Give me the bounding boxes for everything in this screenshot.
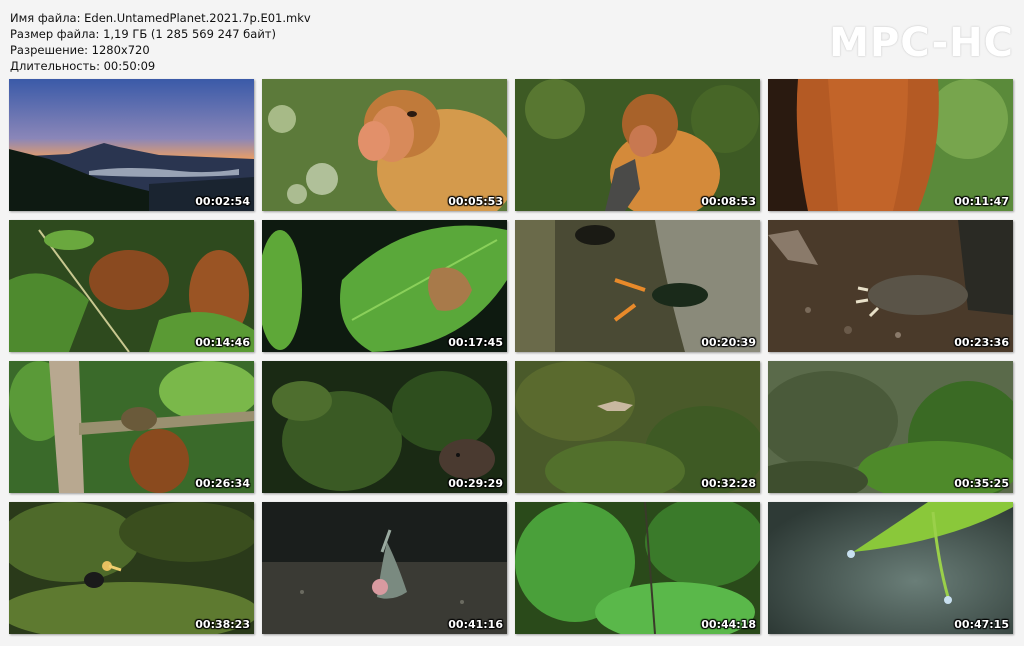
timestamp: 00:14:46 <box>195 336 250 349</box>
thumbnail-rainforest-trees: 00:44:18 <box>515 502 760 634</box>
flying-squirrel-canopy-image <box>515 361 760 493</box>
orangutan-foliage-image <box>9 220 254 352</box>
file-duration: Длительность: 00:50:09 <box>10 59 156 73</box>
timestamp: 00:29:29 <box>448 477 503 490</box>
timestamp: 00:08:53 <box>701 195 756 208</box>
leaf-water-drop-image <box>768 502 1013 634</box>
mpc-hc-logo: MPC-HC <box>829 20 1014 66</box>
timestamp: 00:35:25 <box>954 477 1009 490</box>
thumbnail-orangutan-foliage: 00:14:46 <box>9 220 254 352</box>
insects-on-bark-image <box>515 220 760 352</box>
proboscis-monkey-forest-image <box>515 79 760 211</box>
timestamp: 00:26:34 <box>195 477 250 490</box>
moss-rodent-image <box>262 361 507 493</box>
timestamp: 00:23:36 <box>954 336 1009 349</box>
leaf-closeup-image <box>262 220 507 352</box>
water-splash-image <box>262 502 507 634</box>
timestamp: 00:02:54 <box>195 195 250 208</box>
mountain-sunset-image <box>9 79 254 211</box>
thumbnail-flying-squirrel-canopy: 00:32:28 <box>515 361 760 493</box>
file-info: Имя файла: Eden.UntamedPlanet.2021.7p.E0… <box>10 10 311 74</box>
timestamp: 00:20:39 <box>701 336 756 349</box>
timestamp: 00:32:28 <box>701 477 756 490</box>
rainforest-trees-image <box>515 502 760 634</box>
thumbnail-leaf-closeup: 00:17:45 <box>262 220 507 352</box>
timestamp: 00:41:16 <box>448 618 503 631</box>
timestamp: 00:47:15 <box>954 618 1009 631</box>
thumbnail-moss-rodent: 00:29:29 <box>262 361 507 493</box>
timestamp: 00:11:47 <box>954 195 1009 208</box>
forest-canopy-image <box>768 361 1013 493</box>
proboscis-monkey-closeup-image <box>262 79 507 211</box>
orange-fur-image <box>768 79 1013 211</box>
thumbnail-animal-paw-soil: 00:23:36 <box>768 220 1013 352</box>
file-name: Имя файла: Eden.UntamedPlanet.2021.7p.E0… <box>10 11 311 25</box>
thumbnail-branch-grip: 00:26:34 <box>9 361 254 493</box>
animal-paw-soil-image <box>768 220 1013 352</box>
file-size: Размер файла: 1,19 ГБ (1 285 569 247 бай… <box>10 27 276 41</box>
timestamp: 00:17:45 <box>448 336 503 349</box>
thumbnail-leaf-water-drop: 00:47:15 <box>768 502 1013 634</box>
thumbnail-orange-fur: 00:11:47 <box>768 79 1013 211</box>
timestamp: 00:05:53 <box>448 195 503 208</box>
thumbnail-hornbill-foliage: 00:38:23 <box>9 502 254 634</box>
thumbnail-proboscis-monkey-closeup: 00:05:53 <box>262 79 507 211</box>
file-resolution: Разрешение: 1280x720 <box>10 43 150 57</box>
branch-grip-image <box>9 361 254 493</box>
thumbnail-insects-on-bark: 00:20:39 <box>515 220 760 352</box>
thumbnail-grid: 00:02:54 00:05:53 00:08:53 00:11:47 00:1… <box>9 79 1013 634</box>
thumbnail-mountain-sunset: 00:02:54 <box>9 79 254 211</box>
hornbill-foliage-image <box>9 502 254 634</box>
timestamp: 00:44:18 <box>701 618 756 631</box>
timestamp: 00:38:23 <box>195 618 250 631</box>
thumbnail-forest-canopy: 00:35:25 <box>768 361 1013 493</box>
thumbnail-water-splash: 00:41:16 <box>262 502 507 634</box>
thumbnail-proboscis-monkey-forest: 00:08:53 <box>515 79 760 211</box>
